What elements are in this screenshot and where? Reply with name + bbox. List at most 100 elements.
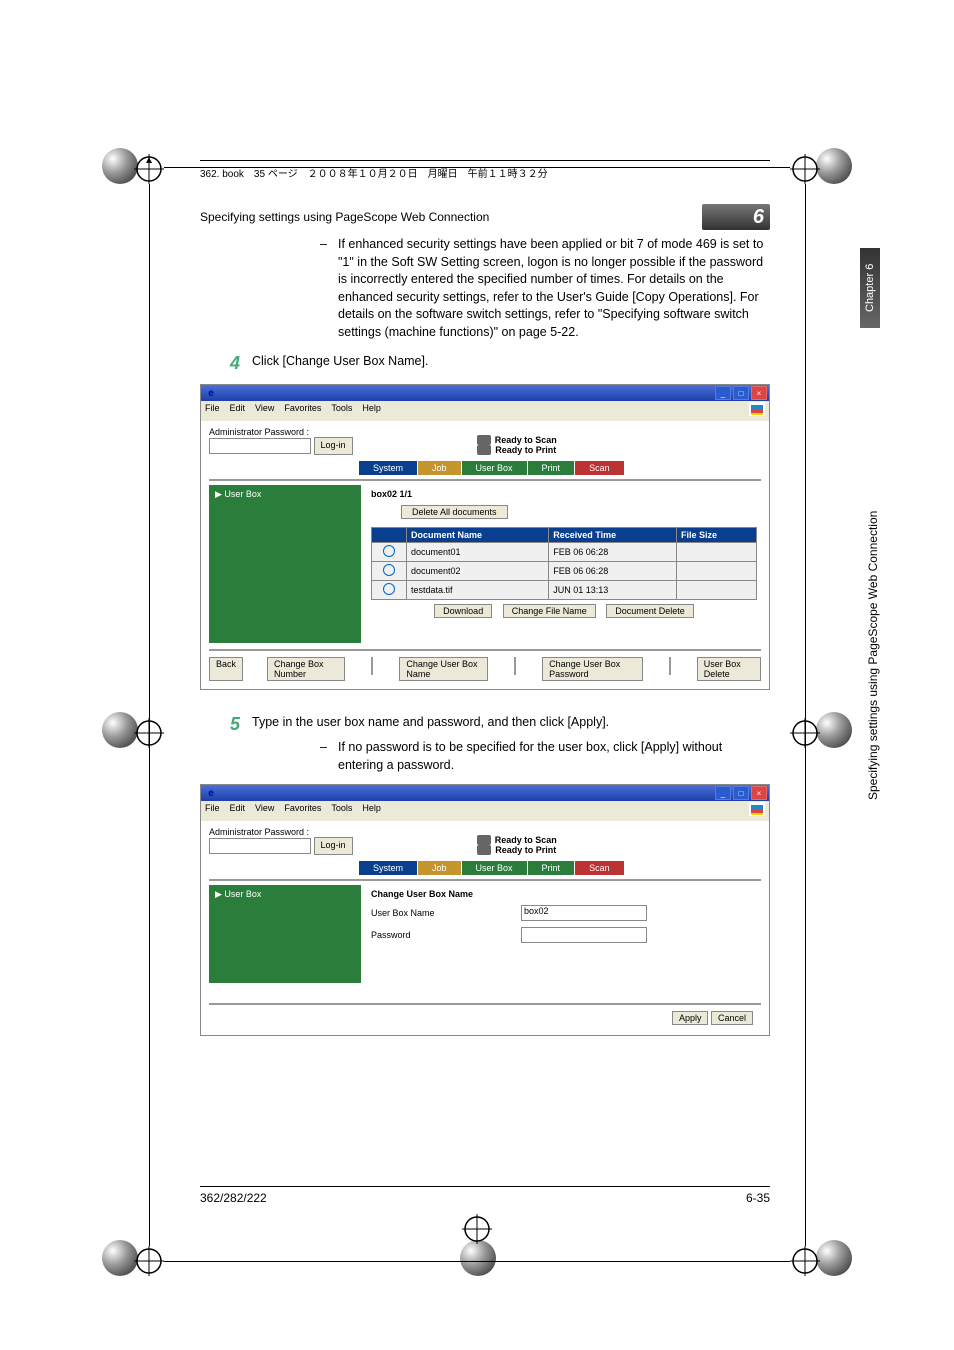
tab-scan[interactable]: Scan xyxy=(575,861,625,875)
crop-target-icon xyxy=(462,1214,492,1244)
change-user-box-password-button[interactable]: Change User Box Password xyxy=(542,657,643,681)
side-chapter-label: Chapter 6 xyxy=(860,248,880,328)
menu-view[interactable]: View xyxy=(255,803,274,819)
tab-job[interactable]: Job xyxy=(418,461,462,475)
tab-scan[interactable]: Scan xyxy=(575,461,625,475)
registration-sphere-bm xyxy=(460,1240,496,1276)
registration-sphere-lm xyxy=(102,712,138,748)
step-text-5: Type in the user box name and password, … xyxy=(252,714,770,732)
table-row: document02 FEB 06 06:28 xyxy=(372,562,757,581)
file-size-cell xyxy=(676,543,756,562)
delete-all-documents-button[interactable]: Delete All documents xyxy=(401,505,508,519)
registration-sphere-rm xyxy=(816,712,852,748)
document-delete-button[interactable]: Document Delete xyxy=(606,604,694,618)
minimize-icon[interactable]: _ xyxy=(715,386,731,400)
menu-favorites[interactable]: Favorites xyxy=(284,403,321,419)
maximize-icon[interactable]: □ xyxy=(733,386,749,400)
ready-to-scan-label: Ready to Scan xyxy=(495,835,557,845)
ready-to-scan-label: Ready to Scan xyxy=(495,435,557,445)
printer-icon xyxy=(477,845,491,855)
received-time-cell: FEB 06 06:28 xyxy=(549,562,677,581)
footer-page-number: 6-35 xyxy=(746,1191,770,1205)
sidebar-user-box[interactable]: ▶ User Box xyxy=(209,885,361,983)
tab-print[interactable]: Print xyxy=(528,461,576,475)
col-file-size: File Size xyxy=(676,528,756,543)
ie-throbber-icon xyxy=(749,802,765,816)
bullet-dash: – xyxy=(320,236,338,341)
row-radio[interactable] xyxy=(383,583,395,595)
menu-view[interactable]: View xyxy=(255,403,274,419)
table-row: testdata.tif JUN 01 13:13 xyxy=(372,581,757,600)
login-button[interactable]: Log-in xyxy=(314,437,353,455)
crop-line xyxy=(805,184,806,1246)
registration-sphere-bl xyxy=(102,1240,138,1276)
menu-help[interactable]: Help xyxy=(362,403,381,419)
row-radio[interactable] xyxy=(383,564,395,576)
change-box-number-button[interactable]: Change Box Number xyxy=(267,657,345,681)
menu-edit[interactable]: Edit xyxy=(230,803,246,819)
sidebar-user-box[interactable]: ▶ User Box xyxy=(209,485,361,643)
user-box-name-label: User Box Name xyxy=(371,908,521,918)
menu-help[interactable]: Help xyxy=(362,803,381,819)
footer-model: 362/282/222 xyxy=(200,1191,267,1205)
menu-file[interactable]: File xyxy=(205,803,220,819)
doc-name-cell: testdata.tif xyxy=(407,581,549,600)
cancel-button[interactable]: Cancel xyxy=(711,1011,753,1025)
download-button[interactable]: Download xyxy=(434,604,492,618)
menu-edit[interactable]: Edit xyxy=(230,403,246,419)
password-label: Password xyxy=(371,930,521,940)
admin-password-input[interactable] xyxy=(209,438,311,454)
screenshot-change-user-box-name: e _ □ × File Edit View Favorites Tools H… xyxy=(200,784,770,1036)
screenshot-user-box-list: e _ □ × File Edit View Favorites Tools H… xyxy=(200,384,770,690)
doc-name-cell: document01 xyxy=(407,543,549,562)
change-user-box-name-button[interactable]: Change User Box Name xyxy=(399,657,488,681)
table-row: document01 FEB 06 06:28 xyxy=(372,543,757,562)
menu-tools[interactable]: Tools xyxy=(331,403,352,419)
crop-line xyxy=(149,184,150,1246)
step-number-4: 4 xyxy=(200,353,252,374)
registration-sphere-br xyxy=(816,1240,852,1276)
bullet-text: If enhanced security settings have been … xyxy=(338,236,770,341)
menu-file[interactable]: File xyxy=(205,403,220,419)
password-input[interactable] xyxy=(521,927,647,943)
ready-to-print-label: Ready to Print xyxy=(495,445,556,455)
admin-password-input[interactable] xyxy=(209,838,311,854)
ie-icon: e xyxy=(203,385,219,401)
side-running-head: Specifying settings using PageScope Web … xyxy=(866,380,880,800)
admin-password-label: Administrator Password : xyxy=(209,827,353,837)
tab-print[interactable]: Print xyxy=(528,861,576,875)
menu-tools[interactable]: Tools xyxy=(331,803,352,819)
login-button[interactable]: Log-in xyxy=(314,837,353,855)
crop-target-icon xyxy=(134,154,164,184)
row-radio[interactable] xyxy=(383,545,395,557)
maximize-icon[interactable]: □ xyxy=(733,786,749,800)
tab-job[interactable]: Job xyxy=(418,861,462,875)
tab-user-box[interactable]: User Box xyxy=(462,861,528,875)
change-file-name-button[interactable]: Change File Name xyxy=(503,604,596,618)
ie-throbber-icon xyxy=(749,402,765,416)
received-time-cell: FEB 06 06:28 xyxy=(549,543,677,562)
tab-user-box[interactable]: User Box xyxy=(462,461,528,475)
scanner-icon xyxy=(477,835,491,845)
user-box-name-input[interactable]: box02 xyxy=(521,905,647,921)
crop-line xyxy=(164,1261,790,1262)
user-box-delete-button[interactable]: User Box Delete xyxy=(697,657,761,681)
box-info-label: box02 1/1 xyxy=(371,489,757,499)
close-icon[interactable]: × xyxy=(751,786,767,800)
menu-favorites[interactable]: Favorites xyxy=(284,803,321,819)
back-button[interactable]: Back xyxy=(209,657,243,681)
minimize-icon[interactable]: _ xyxy=(715,786,731,800)
col-received-time: Received Time xyxy=(549,528,677,543)
crop-target-icon xyxy=(134,1246,164,1276)
tab-system[interactable]: System xyxy=(359,461,418,475)
col-document-name: Document Name xyxy=(407,528,549,543)
ready-to-print-label: Ready to Print xyxy=(495,845,556,855)
ie-icon: e xyxy=(203,785,219,801)
close-icon[interactable]: × xyxy=(751,386,767,400)
registration-sphere-tr xyxy=(816,148,852,184)
change-user-box-name-title: Change User Box Name xyxy=(371,889,757,899)
chapter-badge: 6 xyxy=(702,204,770,230)
tab-system[interactable]: System xyxy=(359,861,418,875)
received-time-cell: JUN 01 13:13 xyxy=(549,581,677,600)
apply-button[interactable]: Apply xyxy=(672,1011,709,1025)
